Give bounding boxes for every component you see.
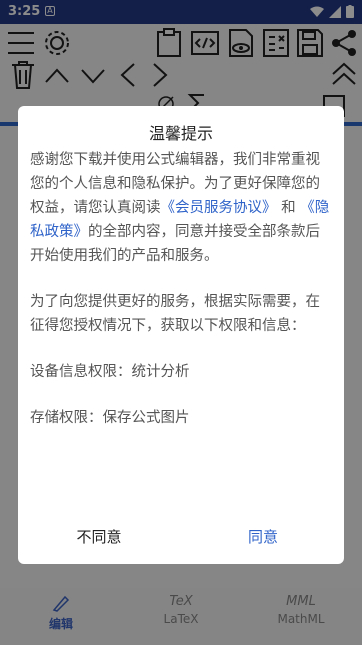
storage-permission-text: 存储权限：保存公式图片 — [30, 410, 190, 426]
intro-text-b: 和 — [276, 200, 301, 216]
disagree-button[interactable]: 不同意 — [34, 526, 164, 547]
dialog-paragraph-permissions: 为了向您提供更好的服务，根据实际需要，在征得您授权情况下，获取以下权限和信息： — [30, 294, 320, 334]
dialog-paragraph-intro: 感谢您下载并使用公式编辑器，我们非常重视您的个人信息和隐私保护。为了更好保障您的… — [30, 148, 334, 268]
privacy-dialog: 温馨提示 感谢您下载并使用公式编辑器，我们非常重视您的个人信息和隐私保护。为了更… — [18, 106, 344, 564]
agree-button[interactable]: 同意 — [198, 526, 328, 547]
dialog-title: 温馨提示 — [148, 124, 213, 143]
dialog-body: 感谢您下载并使用公式编辑器，我们非常重视您的个人信息和隐私保护。为了更好保障您的… — [30, 148, 334, 440]
device-permission-text: 设备信息权限：统计分析 — [30, 364, 190, 380]
member-agreement-link[interactable]: 《会员服务协议》 — [161, 200, 277, 216]
